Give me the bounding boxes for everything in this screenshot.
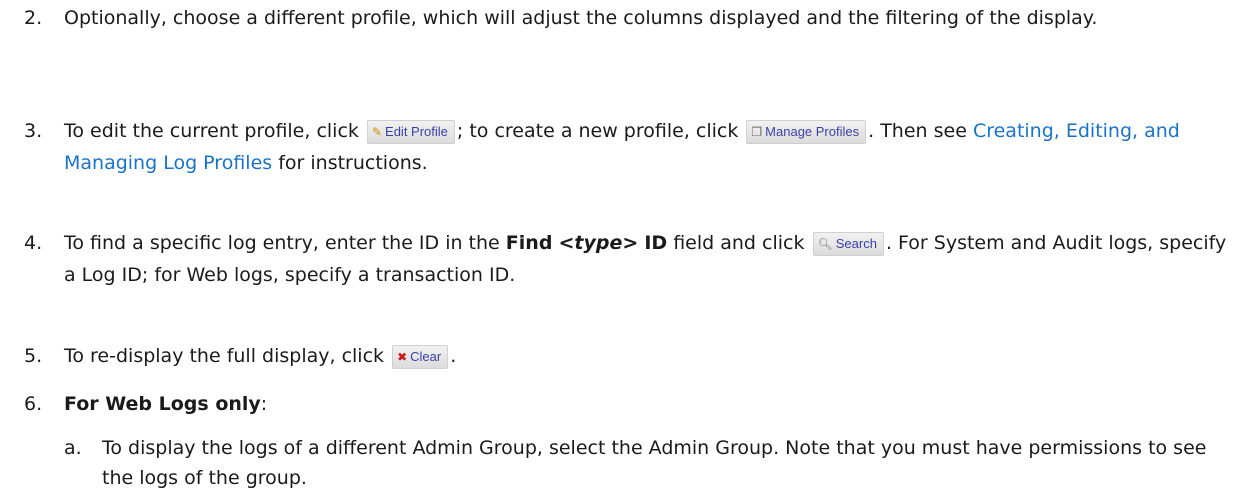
step-4: 4. To find a specific log entry, enter t… bbox=[24, 227, 1241, 291]
substep-text: To display the logs of a different Admin… bbox=[102, 437, 1207, 489]
step-6: 6. For Web Logs only: bbox=[24, 388, 1241, 420]
edit-profile-label: Edit Profile bbox=[385, 124, 448, 139]
clear-label: Clear bbox=[410, 349, 442, 364]
step-number: 4. bbox=[24, 232, 43, 254]
step-number: 3. bbox=[24, 120, 43, 142]
step-body: To find a specific log entry, enter the … bbox=[64, 227, 1241, 291]
step-text: . Then see bbox=[868, 120, 967, 142]
substep-a: a. To display the logs of a different Ad… bbox=[64, 433, 1241, 493]
step-text: Optionally, choose a different profile, … bbox=[64, 7, 1098, 29]
manage-profiles-label: Manage Profiles bbox=[765, 124, 860, 139]
step-number: 5. bbox=[24, 345, 43, 367]
search-button[interactable]: 🔍︎ Search bbox=[812, 232, 884, 256]
manage-profiles-button[interactable]: ❐ Manage Profiles bbox=[746, 120, 867, 144]
step-text: To re-display the full display, click bbox=[64, 345, 385, 367]
step-body: To edit the current profile, click ✎ Edit… bbox=[64, 115, 1241, 179]
edit-icon: ✎ bbox=[371, 125, 383, 139]
step-number: 2. bbox=[24, 7, 43, 29]
step-body: For Web Logs only: bbox=[64, 388, 1241, 420]
step-number: 6. bbox=[24, 393, 43, 415]
clear-icon: ✖ bbox=[397, 350, 408, 364]
step-text: field and click bbox=[673, 232, 805, 254]
step-text: To edit the current profile, click bbox=[64, 120, 359, 142]
clear-button[interactable]: ✖ Clear bbox=[392, 345, 449, 369]
step-heading: For Web Logs only bbox=[64, 393, 261, 415]
step-text: To find a specific log entry, enter the … bbox=[64, 232, 500, 254]
step-text: for instructions. bbox=[278, 152, 428, 174]
step-text: . bbox=[450, 345, 457, 367]
field-name-find: Find bbox=[505, 232, 553, 254]
field-name-type: <type> bbox=[558, 232, 639, 254]
step-2: 2. Optionally, choose a different profil… bbox=[24, 2, 1241, 34]
search-icon: 🔍︎ bbox=[817, 237, 833, 251]
field-name-id: ID bbox=[644, 232, 668, 254]
step-text: ; to create a new profile, click bbox=[456, 120, 739, 142]
step-3: 3. To edit the current profile, click ✎ E… bbox=[24, 115, 1241, 179]
step-text: : bbox=[260, 393, 268, 415]
edit-profile-button[interactable]: ✎ Edit Profile bbox=[366, 120, 455, 144]
search-label: Search bbox=[835, 236, 877, 251]
substep-letter: a. bbox=[64, 437, 82, 459]
step-body: To re-display the full display, click ✖ C… bbox=[64, 340, 1241, 372]
step-5: 5. To re-display the full display, click… bbox=[24, 340, 1241, 372]
manage-icon: ❐ bbox=[751, 125, 763, 139]
